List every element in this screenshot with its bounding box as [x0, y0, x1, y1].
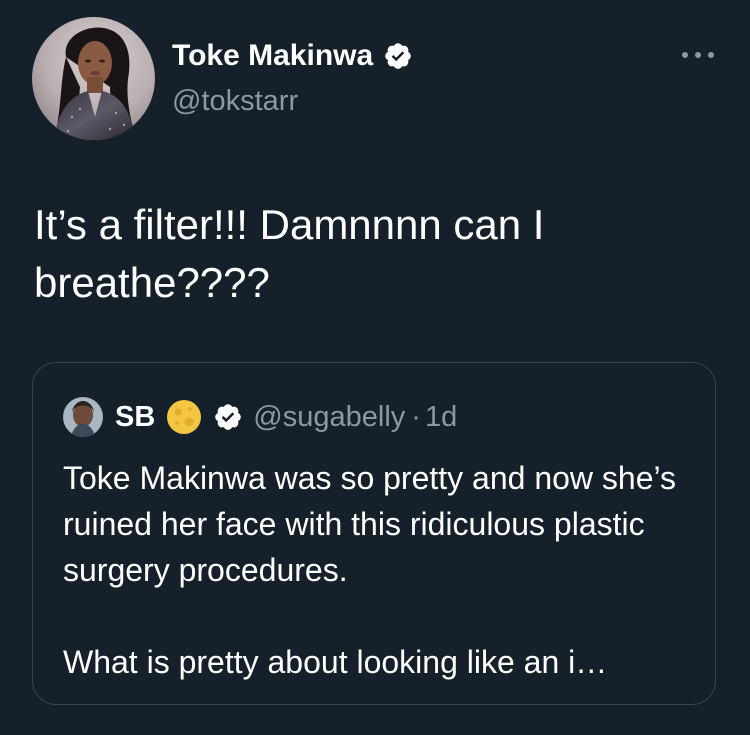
quoted-avatar-photo: [63, 397, 103, 437]
quoted-author-avatar[interactable]: [63, 397, 103, 437]
quoted-timestamp[interactable]: 1d: [425, 401, 457, 434]
more-options-button[interactable]: [676, 40, 720, 70]
author-avatar[interactable]: [32, 17, 155, 140]
quoted-separator: ·: [411, 400, 421, 433]
author-handle[interactable]: @tokstarr: [172, 84, 298, 118]
tweet: Toke Makinwa @tokstarr It’s a filter!!! …: [0, 0, 750, 735]
more-horizontal-icon: [682, 52, 714, 58]
quoted-tweet-card[interactable]: SB @sugabelly · 1d Toke Makinwa was so p…: [32, 362, 716, 705]
quoted-verified-badge-icon: [213, 402, 243, 432]
quoted-paragraph: Toke Makinwa was so pretty and now she’s…: [63, 460, 677, 588]
quoted-author-handle[interactable]: @sugabelly: [253, 401, 405, 434]
tweet-text: It’s a filter!!! Damnnnn can I breathe??…: [34, 201, 545, 306]
quoted-author-name[interactable]: SB: [115, 401, 155, 434]
quoted-tweet-text: Toke Makinwa was so pretty and now she’s…: [63, 455, 683, 685]
author-name-row[interactable]: Toke Makinwa: [172, 38, 413, 74]
quoted-paragraph: What is pretty about looking like an i…: [63, 644, 608, 680]
verified-badge-icon: [383, 41, 413, 71]
quoted-tweet-header: SB @sugabelly · 1d: [63, 395, 457, 439]
profile-photo-avatar: [32, 17, 155, 140]
full-moon-emoji-icon: [165, 398, 203, 436]
author-name[interactable]: Toke Makinwa: [172, 38, 373, 74]
